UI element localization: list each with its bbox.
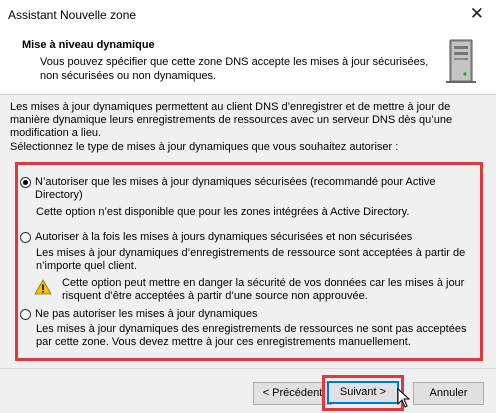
wizard-body: Les mises à jour dynamiques permettent a…	[0, 95, 496, 368]
option-secure-and-nonsecure-description: Les mises à jour dynamiques d’enregistre…	[36, 247, 466, 272]
radio-no-dynamic-updates[interactable]	[20, 309, 31, 320]
option-secure-only[interactable]: N’autoriser que les mises à jour dynamiq…	[20, 176, 460, 202]
cancel-button[interactable]: Annuler	[413, 382, 484, 405]
option-no-dynamic-updates-label: Ne pas autoriser les mises à jour dynami…	[35, 308, 258, 320]
radio-secure-only[interactable]	[20, 177, 31, 188]
mouse-pointer-icon	[397, 388, 411, 408]
option-secure-only-label: N’autoriser que les mises à jour dynamiq…	[35, 176, 436, 201]
wizard-header: Mise à niveau dynamique Vous pouvez spéc…	[0, 30, 496, 90]
close-icon[interactable]: ✕	[470, 4, 484, 24]
option-secure-only-description: Cette option n’est disponible que pour l…	[36, 206, 410, 218]
warning-icon	[34, 279, 52, 295]
back-button[interactable]: < Précédent	[253, 382, 332, 405]
page-description: Vous pouvez spécifier que cette zone DNS…	[40, 56, 429, 82]
wizard-footer: < Précédent Suivant > Annuler	[0, 369, 496, 413]
window-title: Assistant Nouvelle zone	[8, 8, 137, 22]
page-title: Mise à niveau dynamique	[22, 39, 155, 51]
option-secure-and-nonsecure[interactable]: Autoriser à la fois les mises à jours dy…	[20, 231, 460, 244]
option-no-dynamic-updates-description: Les mises à jour dynamiques des enregist…	[36, 323, 467, 348]
next-button[interactable]: Suivant >	[327, 381, 399, 404]
intro-text: Les mises à jour dynamiques permettent a…	[10, 101, 453, 139]
title-bar: Assistant Nouvelle zone ✕	[0, 0, 496, 30]
option-no-dynamic-updates[interactable]: Ne pas autoriser les mises à jour dynami…	[20, 308, 460, 321]
option-secure-and-nonsecure-label: Autoriser à la fois les mises à jours dy…	[35, 231, 413, 243]
select-label: Sélectionnez le type de mises à jour dyn…	[10, 141, 399, 153]
warning-text: Cette option peut mettre en danger la sé…	[62, 277, 465, 302]
server-icon	[446, 39, 476, 83]
radio-secure-and-nonsecure[interactable]	[20, 232, 31, 243]
